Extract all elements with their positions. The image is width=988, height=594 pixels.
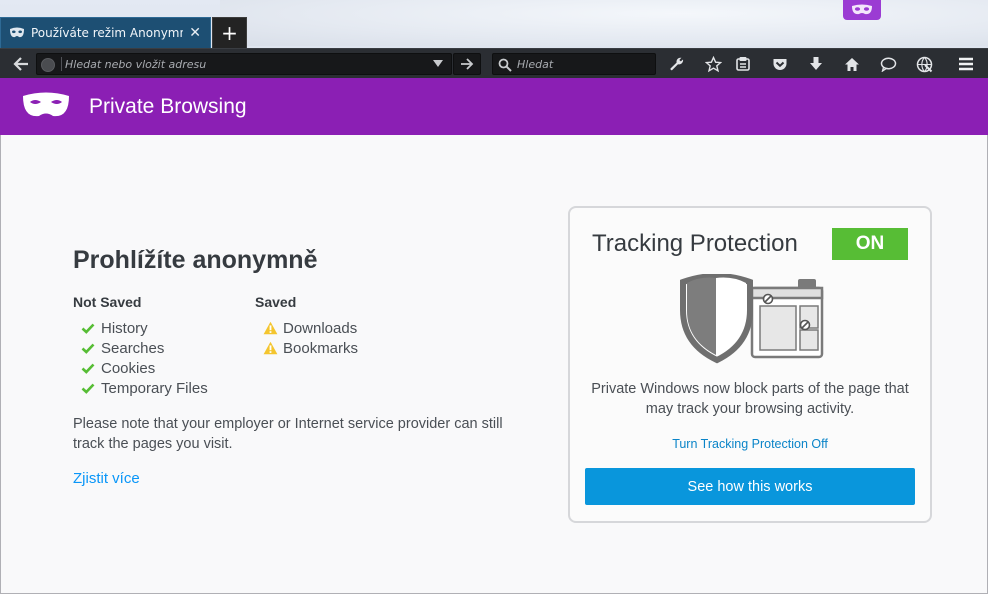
search-bar[interactable]: [492, 53, 656, 75]
checkmark-icon: [81, 363, 101, 374]
reading-list-icon[interactable]: [728, 49, 758, 79]
list-item-label: Downloads: [283, 319, 358, 337]
saved-heading: Saved: [255, 294, 297, 310]
private-browsing-header: Private Browsing: [0, 78, 988, 135]
tab-title: Používáte režim Anonymní…: [31, 26, 183, 40]
wrench-icon[interactable]: [662, 49, 692, 79]
warning-icon: [263, 341, 283, 355]
private-mask-icon: [22, 92, 70, 124]
mask-favicon-icon: [9, 24, 25, 43]
list-item-label: Bookmarks: [283, 339, 359, 357]
list-item-label: Searches: [101, 339, 165, 357]
tracking-protection-illustration-icon: [680, 274, 824, 364]
saved-list: Downloads Bookmarks: [255, 318, 358, 358]
list-item: Bookmarks: [255, 338, 358, 358]
new-tab-button[interactable]: +: [212, 17, 247, 48]
not-saved-heading: Not Saved: [73, 294, 142, 310]
download-icon[interactable]: [801, 49, 831, 79]
private-browsing-title: Private Browsing: [89, 95, 247, 118]
see-how-this-works-button[interactable]: See how this works: [585, 468, 915, 505]
list-item: Downloads: [255, 318, 358, 338]
not-saved-list: History Searches Cookies Temporary Files: [73, 318, 208, 398]
list-item: History: [73, 318, 208, 338]
site-identity-icon[interactable]: [41, 58, 55, 72]
list-item-label: History: [101, 319, 148, 337]
turn-tracking-protection-off-link[interactable]: Turn Tracking Protection Off: [570, 437, 930, 451]
go-arrow-icon: [461, 58, 474, 70]
page-heading: Prohlížíte anonymně: [73, 246, 318, 274]
title-bar: Používáte režim Anonymní… ✕ +: [0, 0, 988, 48]
tracking-status-badge: ON: [832, 228, 908, 260]
back-icon[interactable]: [6, 49, 36, 79]
checkmark-icon: [81, 343, 101, 354]
menu-icon[interactable]: [951, 49, 981, 79]
checkmark-icon: [81, 383, 101, 394]
private-mask-indicator-icon: [843, 0, 881, 20]
checkmark-icon: [81, 323, 101, 334]
url-dropdown-icon[interactable]: [433, 60, 443, 67]
private-browsing-content: Prohlížíte anonymně Not Saved History Se…: [0, 135, 988, 594]
tab-private-browsing[interactable]: Používáte režim Anonymní… ✕: [0, 17, 211, 48]
list-item-label: Cookies: [101, 359, 156, 377]
tab-close-icon[interactable]: ✕: [189, 25, 201, 41]
search-icon: [498, 57, 512, 76]
list-item: Cookies: [73, 358, 208, 378]
warning-icon: [263, 321, 283, 335]
tracking-note: Please note that your employer or Intern…: [73, 416, 503, 452]
home-icon[interactable]: [837, 49, 867, 79]
pocket-icon[interactable]: [765, 49, 795, 79]
url-bar[interactable]: [36, 53, 452, 75]
bookmark-star-icon[interactable]: [698, 49, 728, 79]
search-input[interactable]: [517, 55, 652, 73]
url-input[interactable]: [65, 55, 425, 73]
navigation-toolbar: [0, 48, 988, 78]
tracking-protection-card: Tracking Protection ON Private Windows n…: [568, 206, 932, 523]
tracking-protection-description: Private Windows now block parts of the p…: [591, 381, 909, 417]
chat-icon[interactable]: [873, 49, 903, 79]
globe-icon[interactable]: [909, 49, 939, 79]
list-item: Searches: [73, 338, 208, 358]
tracking-protection-title: Tracking Protection: [592, 230, 798, 257]
learn-more-link[interactable]: Zjistit více: [73, 470, 140, 487]
go-button[interactable]: [453, 53, 481, 75]
list-item: Temporary Files: [73, 378, 208, 398]
url-divider: [61, 57, 62, 71]
list-item-label: Temporary Files: [101, 379, 208, 397]
